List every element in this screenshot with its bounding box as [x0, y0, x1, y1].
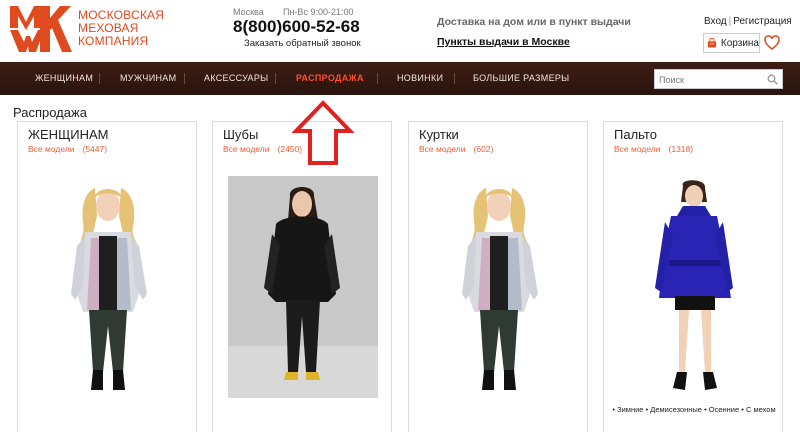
nav-divider [184, 73, 185, 84]
cart-label: Корзина [720, 37, 759, 49]
card-title[interactable]: ЖЕНЩИНАМ [28, 127, 108, 142]
product-photo-fur-coat[interactable] [228, 176, 378, 398]
all-models-label: Все модели [28, 144, 75, 154]
site-header: МОСКОВСКАЯ МЕХОВАЯ КОМПАНИЯ Москва Пн-Вс… [0, 0, 800, 60]
nav-divider [275, 73, 276, 84]
register-link[interactable]: Регистрация [733, 16, 791, 27]
category-card-coats[interactable]: Пальто Все модели (1318) • Зимние • Демис… [603, 121, 783, 432]
page-title: Распродажа [13, 105, 87, 120]
all-models-label: Все модели [614, 144, 661, 154]
login-link[interactable]: Вход [704, 16, 727, 27]
delivery-info: Доставка на дом или в пункт выдачи [437, 16, 631, 28]
card-title[interactable]: Куртки [419, 127, 459, 142]
card-title[interactable]: Пальто [614, 127, 657, 142]
nav-divider [377, 73, 378, 84]
auth-separator: | [728, 16, 732, 27]
search-icon[interactable] [767, 74, 778, 85]
nav-item-women[interactable]: ЖЕНЩИНАМ [35, 62, 93, 95]
pickup-points-link[interactable]: Пункты выдачи в Москве [437, 36, 570, 48]
model-count: (602) [473, 144, 494, 154]
nav-divider [454, 73, 455, 84]
category-card-jackets[interactable]: Куртки Все модели (602) [408, 121, 588, 432]
product-photo-floral-jacket[interactable] [33, 176, 183, 398]
category-tags: • Зимние • Демисезонные • Осенние • С ме… [612, 405, 776, 414]
search-box [654, 69, 783, 89]
nav-item-sale[interactable]: РАСПРОДАЖА [296, 62, 364, 95]
model-count: (5447) [82, 144, 108, 154]
working-hours: Пн-Вс 9:00-21:00 [283, 7, 354, 17]
all-models-link[interactable]: Все модели (5447) [28, 144, 107, 154]
search-input[interactable] [655, 71, 760, 89]
product-photo-floral-jacket[interactable] [424, 176, 574, 398]
nav-divider [99, 73, 100, 84]
model-count: (1318) [668, 144, 694, 154]
all-models-label: Все модели [223, 144, 270, 154]
nav-item-new[interactable]: НОВИНКИ [397, 62, 443, 95]
category-card-women[interactable]: ЖЕНЩИНАМ Все модели (5447) [17, 121, 197, 432]
all-models-link[interactable]: Все модели (2450) [223, 144, 302, 154]
product-photo-blue-coat[interactable] [619, 176, 769, 398]
arrow-up-icon [292, 100, 354, 165]
cart-button[interactable]: Корзина [703, 33, 760, 53]
category-card-fur-coats[interactable]: Шубы Все модели (2450) [212, 121, 392, 432]
city-label: Москва [233, 7, 264, 17]
phone-number[interactable]: 8(800)600-52-68 [233, 17, 360, 37]
card-title[interactable]: Шубы [223, 127, 258, 142]
auth-links: Вход | Регистрация [704, 16, 792, 27]
shopping-bag-icon [707, 37, 717, 48]
callback-link[interactable]: Заказать обратный звонок [244, 38, 361, 49]
heart-icon[interactable] [764, 35, 780, 51]
nav-item-men[interactable]: МУЖЧИНАМ [120, 62, 176, 95]
nav-item-plus-sizes[interactable]: БОЛЬШИЕ РАЗМЕРЫ [473, 62, 569, 95]
all-models-link[interactable]: Все модели (1318) [614, 144, 693, 154]
all-models-link[interactable]: Все модели (602) [419, 144, 493, 154]
logo-wordmark: МОСКОВСКАЯ МЕХОВАЯ КОМПАНИЯ [78, 9, 164, 48]
all-models-label: Все модели [419, 144, 466, 154]
company-logo[interactable] [10, 6, 72, 52]
nav-item-accessories[interactable]: АКСЕССУАРЫ [204, 62, 268, 95]
logo-line-3: КОМПАНИЯ [78, 34, 149, 48]
